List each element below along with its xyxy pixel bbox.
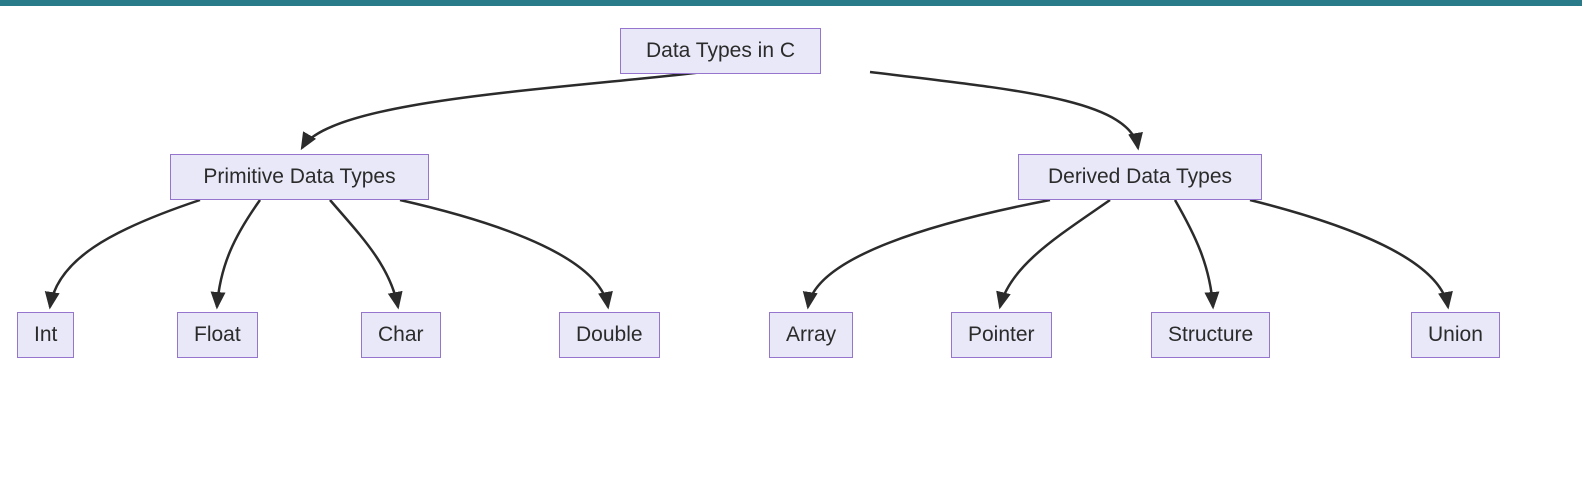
node-primitive: Primitive Data Types <box>170 154 429 200</box>
node-root: Data Types in C <box>620 28 821 74</box>
diagram-container: Data Types in C Primitive Data Types Der… <box>0 0 1582 504</box>
node-int: Int <box>17 312 74 358</box>
diagram-arrows <box>0 0 1582 504</box>
node-union: Union <box>1411 312 1500 358</box>
node-array: Array <box>769 312 853 358</box>
node-structure: Structure <box>1151 312 1270 358</box>
node-char: Char <box>361 312 441 358</box>
node-pointer: Pointer <box>951 312 1052 358</box>
node-float: Float <box>177 312 258 358</box>
node-derived: Derived Data Types <box>1018 154 1262 200</box>
node-double: Double <box>559 312 660 358</box>
